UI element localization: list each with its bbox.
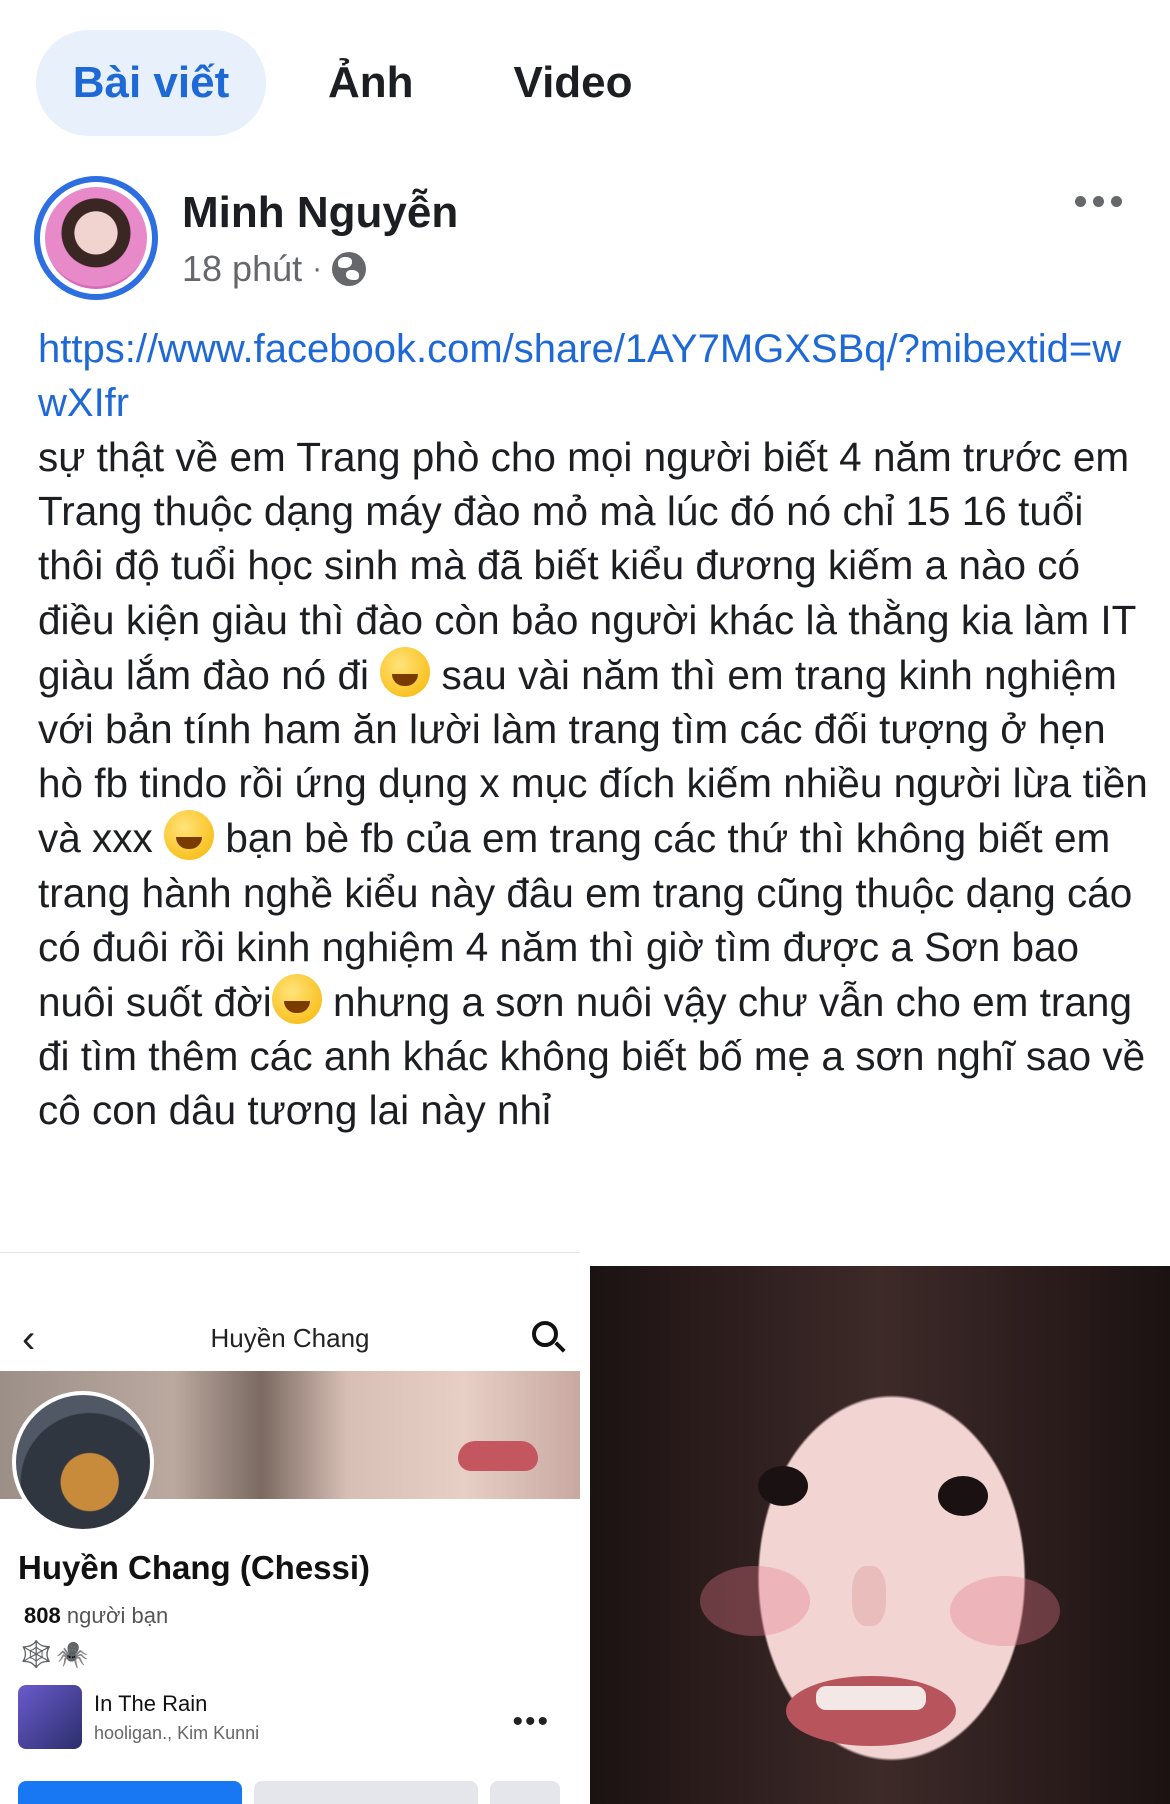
screenshot-badges: 🕸️🕷️ bbox=[20, 1639, 93, 1669]
face-teeth bbox=[816, 1686, 926, 1710]
screenshot-profile-name: Huyền Chang (Chessi) bbox=[18, 1549, 371, 1586]
post-text: sự thật về em Trang phò cho mọi người bi… bbox=[38, 430, 1148, 1138]
face-eye bbox=[758, 1466, 808, 1506]
meta-separator: · bbox=[312, 252, 323, 285]
cover-lips bbox=[458, 1441, 538, 1471]
tab-photos[interactable]: Ảnh bbox=[290, 30, 452, 136]
screenshot-profile-avatar bbox=[12, 1391, 154, 1533]
laughing-emoji-icon bbox=[271, 974, 322, 1025]
more-options-button[interactable] bbox=[1075, 196, 1122, 207]
author-avatar[interactable] bbox=[34, 176, 158, 300]
screenshot-more-icon: ••• bbox=[512, 1705, 550, 1738]
profile-tabs: Bài viết Ảnh Video bbox=[36, 30, 671, 136]
screenshot-tertiary-button bbox=[490, 1781, 560, 1804]
screenshot-song-title: In The Rain bbox=[94, 1691, 208, 1716]
screenshot-nav-title: Huyền Chang bbox=[210, 1323, 370, 1353]
post-time[interactable]: 18 phút bbox=[182, 248, 302, 290]
music-cover-icon bbox=[18, 1685, 82, 1749]
post-image-profile-screenshot[interactable]: ‹ Huyền Chang Huyền Chang (Chessi) 808 n… bbox=[0, 1252, 580, 1804]
more-dot-icon bbox=[1111, 196, 1122, 207]
search-icon bbox=[532, 1321, 558, 1347]
post-meta: 18 phút · bbox=[182, 248, 367, 290]
tab-posts[interactable]: Bài viết bbox=[36, 30, 266, 136]
face-eye bbox=[938, 1476, 988, 1516]
post-link[interactable]: https://www.facebook.com/share/1AY7MGXSB… bbox=[38, 322, 1138, 430]
avatar-image bbox=[45, 187, 147, 289]
screenshot-song-artist: hooligan., Kim Kunni bbox=[94, 1723, 260, 1743]
screenshot-secondary-button bbox=[254, 1781, 478, 1804]
screenshot-primary-button bbox=[18, 1781, 242, 1804]
tab-videos[interactable]: Video bbox=[476, 30, 671, 136]
face-cheek bbox=[950, 1576, 1060, 1646]
rofl-emoji-icon bbox=[380, 646, 431, 697]
friends-label: người bạn bbox=[66, 1603, 169, 1628]
more-dot-icon bbox=[1075, 196, 1086, 207]
more-dot-icon bbox=[1093, 196, 1104, 207]
author-name[interactable]: Minh Nguyễn bbox=[182, 188, 458, 238]
globe-icon[interactable] bbox=[332, 252, 367, 286]
face-cheek bbox=[700, 1566, 810, 1636]
screenshot-nav-bar: ‹ Huyền Chang bbox=[0, 1313, 580, 1363]
post-image-selfie[interactable] bbox=[590, 1266, 1170, 1804]
friends-number: 808 bbox=[24, 1603, 61, 1628]
face-nose bbox=[852, 1566, 886, 1626]
screenshot-friends-count: 808 người bạn bbox=[24, 1603, 168, 1629]
rofl-emoji-icon bbox=[164, 810, 215, 861]
